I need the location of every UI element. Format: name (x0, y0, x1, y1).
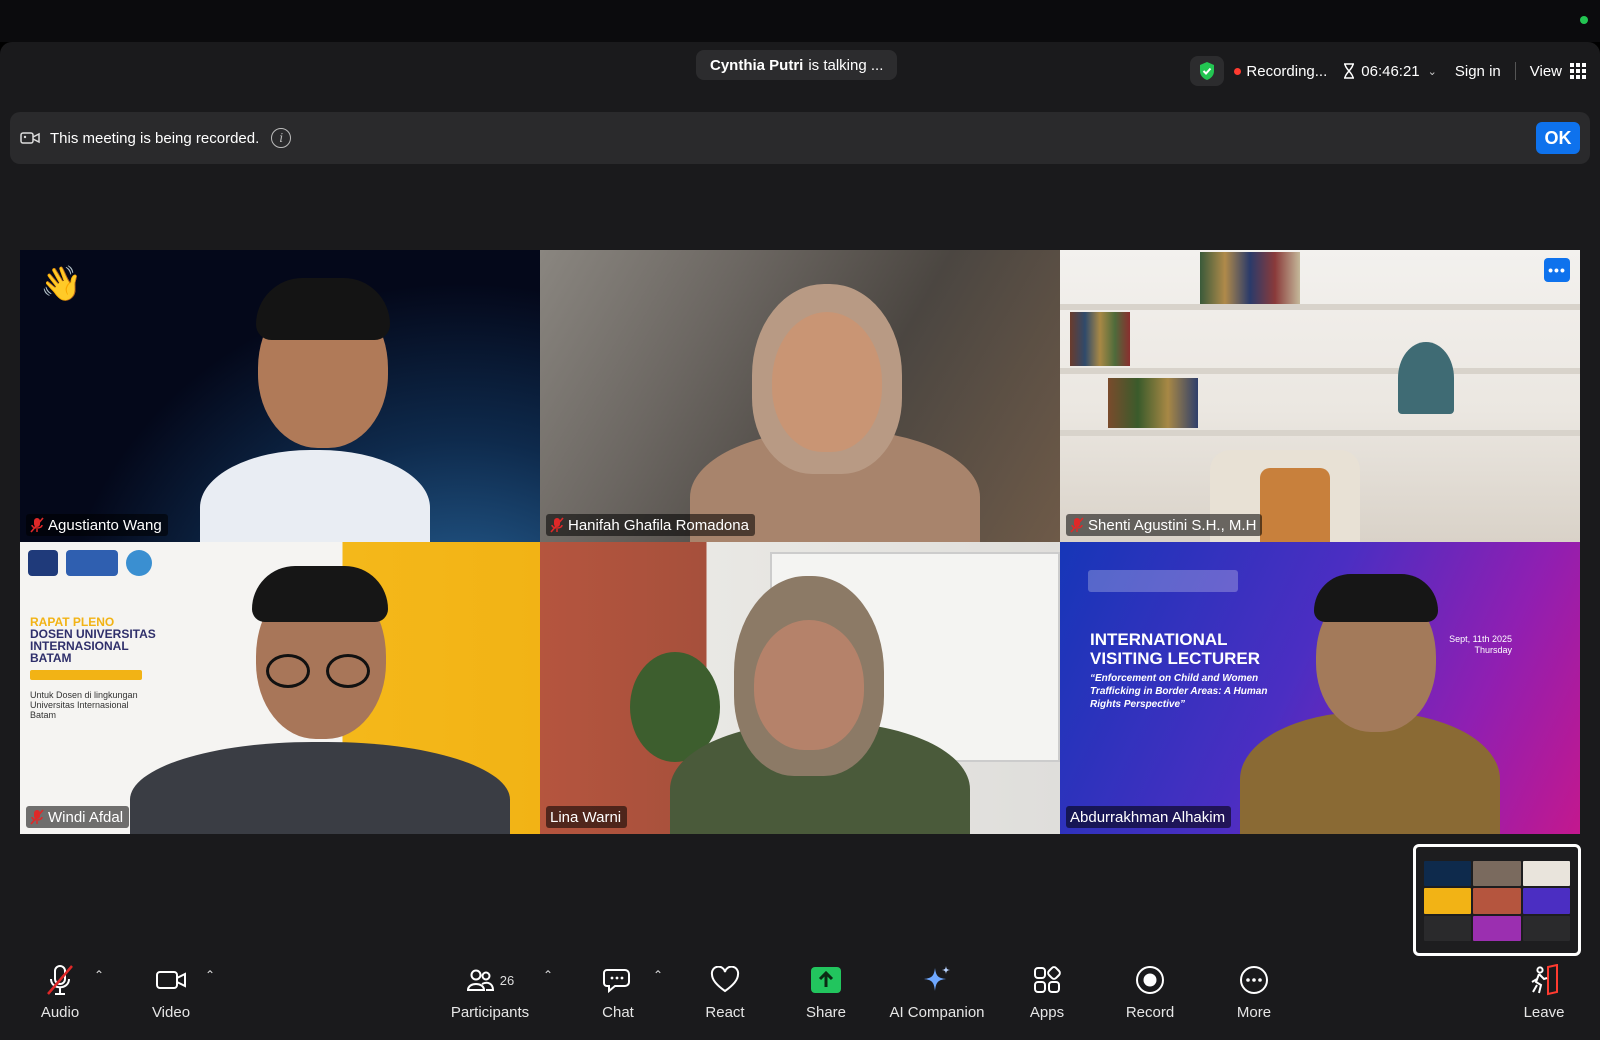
record-label: Record (1125, 1004, 1175, 1021)
video-gallery: 👋 Agustianto Wang Hanifah Ghafila Romado… (20, 250, 1580, 834)
record-icon (1136, 966, 1164, 994)
apps-icon (1034, 966, 1061, 993)
raised-hand-icon: 👋 (40, 265, 83, 303)
recording-label: Recording... (1246, 62, 1328, 80)
participant-name: Shenti Agustini S.H., M.H (1088, 516, 1257, 534)
react-button[interactable]: React (670, 952, 780, 1040)
leave-label: Leave (1523, 1004, 1565, 1021)
more-options-button[interactable]: ••• (1544, 258, 1570, 282)
share-button[interactable]: Share (771, 952, 881, 1040)
record-button[interactable]: Record (1095, 952, 1205, 1040)
ai-companion-button[interactable]: AI Companion (872, 952, 1002, 1040)
participant-name: Windi Afdal (48, 808, 124, 826)
meeting-info-bar: Recording... 06:46:21 ⌄ Sign in View (1190, 56, 1586, 86)
muted-mic-icon (550, 517, 564, 533)
recording-dot-icon (1234, 67, 1242, 75)
participant-name-label: Hanifah Ghafila Romadona (546, 514, 755, 536)
more-label: More (1236, 1004, 1272, 1021)
meeting-toolbar: Audio ⌃ Video ⌃ 26 Participants ⌃ Chat ⌃ (0, 952, 1600, 1040)
participants-count: 26 (499, 972, 515, 988)
sparkle-icon (924, 966, 950, 991)
participants-icon (466, 969, 494, 991)
participant-name-label: Shenti Agustini S.H., M.H (1066, 514, 1263, 536)
self-view-thumbnail[interactable] (1413, 844, 1581, 956)
video-camera-icon (20, 132, 40, 144)
view-label: View (1529, 62, 1562, 80)
view-button[interactable]: View (1530, 63, 1586, 80)
video-tile[interactable]: Lina Warni (540, 542, 1060, 834)
participant-name-label: Lina Warni (546, 806, 628, 828)
leave-door-icon (1531, 964, 1558, 996)
video-label: Video (151, 1004, 191, 1021)
leave-button[interactable]: Leave (1490, 952, 1598, 1040)
self-view-grid (1424, 861, 1570, 941)
participant-name: Lina Warni (550, 808, 622, 826)
share-screen-icon (811, 967, 841, 993)
timer-value: 06:46:21 (1361, 62, 1420, 80)
participant-name-label: Agustianto Wang (26, 514, 168, 536)
ai-companion-label: AI Companion (889, 1004, 985, 1021)
active-speaker-name: Cynthia Putri (710, 56, 804, 74)
muted-mic-icon (30, 517, 44, 533)
active-speaker-indicator: Cynthia Putri is talking ... (696, 50, 898, 80)
participant-video (20, 250, 540, 542)
participants-options-caret[interactable]: ⌃ (543, 968, 553, 982)
video-tile[interactable]: RAPAT PLENO DOSEN UNIVERSITAS INTERNASIO… (20, 542, 540, 834)
apps-button[interactable]: Apps (992, 952, 1102, 1040)
chat-options-caret[interactable]: ⌃ (653, 968, 663, 982)
video-tile[interactable]: 👋 Agustianto Wang (20, 250, 540, 542)
chat-button[interactable]: Chat (563, 952, 673, 1040)
participant-name-label: Windi Afdal (26, 806, 130, 828)
video-button[interactable]: Video (116, 952, 226, 1040)
hourglass-icon (1344, 63, 1355, 79)
muted-mic-icon (30, 809, 44, 825)
divider (1514, 62, 1516, 80)
participant-video (1060, 542, 1580, 834)
participants-label: Participants (450, 1004, 530, 1021)
chat-icon (603, 969, 630, 994)
recording-notice-banner: This meeting is being recorded. i OK (10, 112, 1590, 164)
meeting-timer[interactable]: 06:46:21 ⌄ (1343, 63, 1437, 80)
audio-button[interactable]: Audio (5, 952, 115, 1040)
participant-name: Hanifah Ghafila Romadona (568, 516, 749, 534)
recording-indicator[interactable]: Recording... (1234, 63, 1327, 80)
chevron-down-icon: ⌄ (1427, 65, 1437, 78)
camera-indicator-dot (1580, 16, 1588, 24)
video-tile[interactable]: ••• Shenti Agustini S.H., M.H (1060, 250, 1580, 542)
macos-top-strip (0, 0, 1600, 42)
audio-options-caret[interactable]: ⌃ (94, 968, 104, 982)
ok-button[interactable]: OK (1536, 122, 1580, 154)
more-icon (1240, 966, 1268, 994)
participant-name-label: Abdurrakhman Alhakim (1066, 806, 1232, 828)
muted-mic-icon (1070, 517, 1084, 533)
participant-name: Abdurrakhman Alhakim (1070, 808, 1226, 826)
participant-name: Agustianto Wang (48, 516, 162, 534)
participant-video (540, 542, 1060, 834)
bookshelf-background (1060, 250, 1580, 542)
encryption-shield-icon[interactable] (1190, 56, 1225, 86)
active-speaker-suffix: is talking ... (808, 56, 884, 74)
audio-label: Audio (40, 1004, 80, 1021)
react-label: React (705, 1004, 745, 1021)
sign-in-button[interactable]: Sign in (1455, 63, 1501, 80)
more-button[interactable]: More (1199, 952, 1309, 1040)
muted-mic-icon (47, 965, 73, 995)
zoom-meeting-window: Cynthia Putri is talking ... Recording..… (0, 42, 1600, 1040)
chat-label: Chat (602, 1004, 634, 1021)
grid-view-icon (1570, 63, 1586, 79)
video-tile[interactable]: INTERNATIONAL VISITING LECTURER “Enforce… (1060, 542, 1580, 834)
info-icon[interactable]: i (271, 128, 292, 148)
participants-button[interactable]: 26 Participants (436, 952, 544, 1040)
banner-text: This meeting is being recorded. (50, 129, 260, 147)
apps-label: Apps (1029, 1004, 1065, 1021)
video-camera-icon (156, 971, 186, 989)
video-tile[interactable]: Hanifah Ghafila Romadona (540, 250, 1060, 542)
heart-icon (710, 966, 740, 993)
share-label: Share (805, 1004, 847, 1021)
participant-video (540, 250, 1060, 542)
video-options-caret[interactable]: ⌃ (205, 968, 215, 982)
participant-video (20, 542, 540, 834)
